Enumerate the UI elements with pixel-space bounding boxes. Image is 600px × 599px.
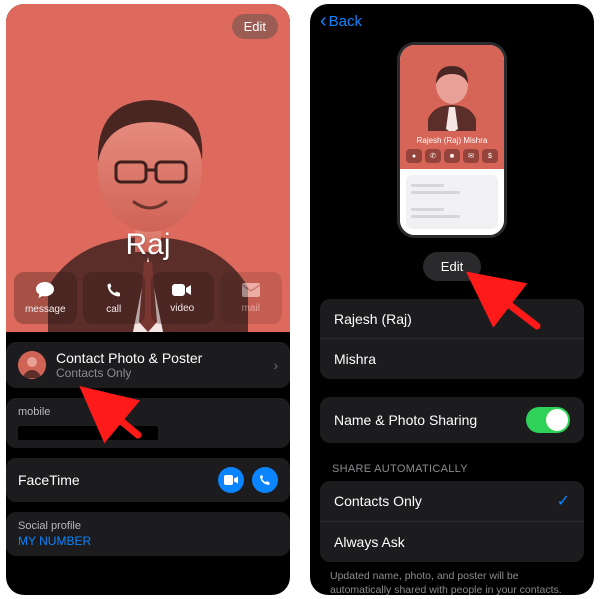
facetime-row[interactable]: FaceTime: [6, 458, 290, 502]
option-always-ask[interactable]: Always Ask: [320, 522, 584, 562]
video-button[interactable]: video: [151, 272, 214, 324]
phone-number-row[interactable]: [6, 418, 290, 448]
last-name-field[interactable]: Mishra: [320, 339, 584, 379]
photo-sharing-label: Name & Photo Sharing: [334, 412, 477, 428]
photo-sharing-row: Name & Photo Sharing: [320, 397, 584, 443]
phone-icon: [106, 282, 122, 301]
message-label: message: [25, 304, 66, 315]
name-fields: Rajesh (Raj) Mishra: [320, 299, 584, 379]
option-contacts-label: Contacts Only: [334, 493, 422, 509]
message-button[interactable]: message: [14, 272, 77, 324]
contact-details: Contact Photo & Poster Contacts Only › m…: [6, 342, 290, 556]
preview-actions: ●✆■✉$: [406, 149, 498, 163]
poster-settings-screen: ‹ Back Rajesh (Raj) Mishra ●✆■✉$: [310, 4, 594, 595]
poster-row-subtitle: Contacts Only: [56, 366, 273, 380]
video-icon: [172, 283, 192, 300]
option-contacts-only[interactable]: Contacts Only ✓: [320, 481, 584, 522]
facetime-video-button[interactable]: [218, 467, 244, 493]
share-automatically-header: Share Automatically: [310, 443, 594, 481]
back-label: Back: [329, 13, 362, 30]
checkmark-icon: ✓: [557, 491, 570, 511]
nav-back[interactable]: ‹ Back: [310, 4, 594, 38]
video-label: video: [170, 303, 194, 314]
preview-portrait: [422, 51, 482, 131]
first-name-value: Rajesh (Raj): [334, 311, 412, 327]
social-value: MY NUMBER: [18, 534, 91, 548]
mail-label: mail: [242, 303, 260, 314]
facetime-audio-button[interactable]: [252, 467, 278, 493]
phone-number: [18, 426, 158, 440]
share-footer-note: Updated name, photo, and poster will be …: [310, 562, 594, 595]
avatar-thumb: [18, 351, 46, 379]
mail-button[interactable]: mail: [220, 272, 283, 324]
first-name-field[interactable]: Rajesh (Raj): [320, 299, 584, 339]
message-icon: [36, 282, 54, 301]
chevron-right-icon: ›: [273, 357, 278, 373]
social-profile-row[interactable]: MY NUMBER: [6, 532, 290, 556]
chevron-left-icon: ‹: [320, 11, 327, 31]
edit-poster-button[interactable]: Edit: [423, 252, 481, 281]
last-name-value: Mishra: [334, 351, 376, 367]
option-ask-label: Always Ask: [334, 534, 405, 550]
social-label: Social profile: [6, 512, 290, 532]
contact-card-screen: Edit: [6, 4, 290, 595]
poster-preview: Rajesh (Raj) Mishra ●✆■✉$: [397, 42, 507, 238]
contact-photo-poster-row[interactable]: Contact Photo & Poster Contacts Only ›: [6, 342, 290, 388]
call-button[interactable]: call: [83, 272, 146, 324]
facetime-label: FaceTime: [18, 472, 80, 488]
action-row: message call video: [14, 272, 282, 324]
call-label: call: [106, 304, 121, 315]
poster-row-title: Contact Photo & Poster: [56, 350, 273, 366]
mobile-label: mobile: [6, 398, 290, 418]
mail-icon: [242, 283, 260, 300]
preview-name: Rajesh (Raj) Mishra: [417, 136, 488, 145]
contact-poster: Edit: [6, 4, 290, 332]
contact-name: Raj: [6, 228, 290, 262]
photo-sharing-toggle[interactable]: [526, 407, 570, 433]
